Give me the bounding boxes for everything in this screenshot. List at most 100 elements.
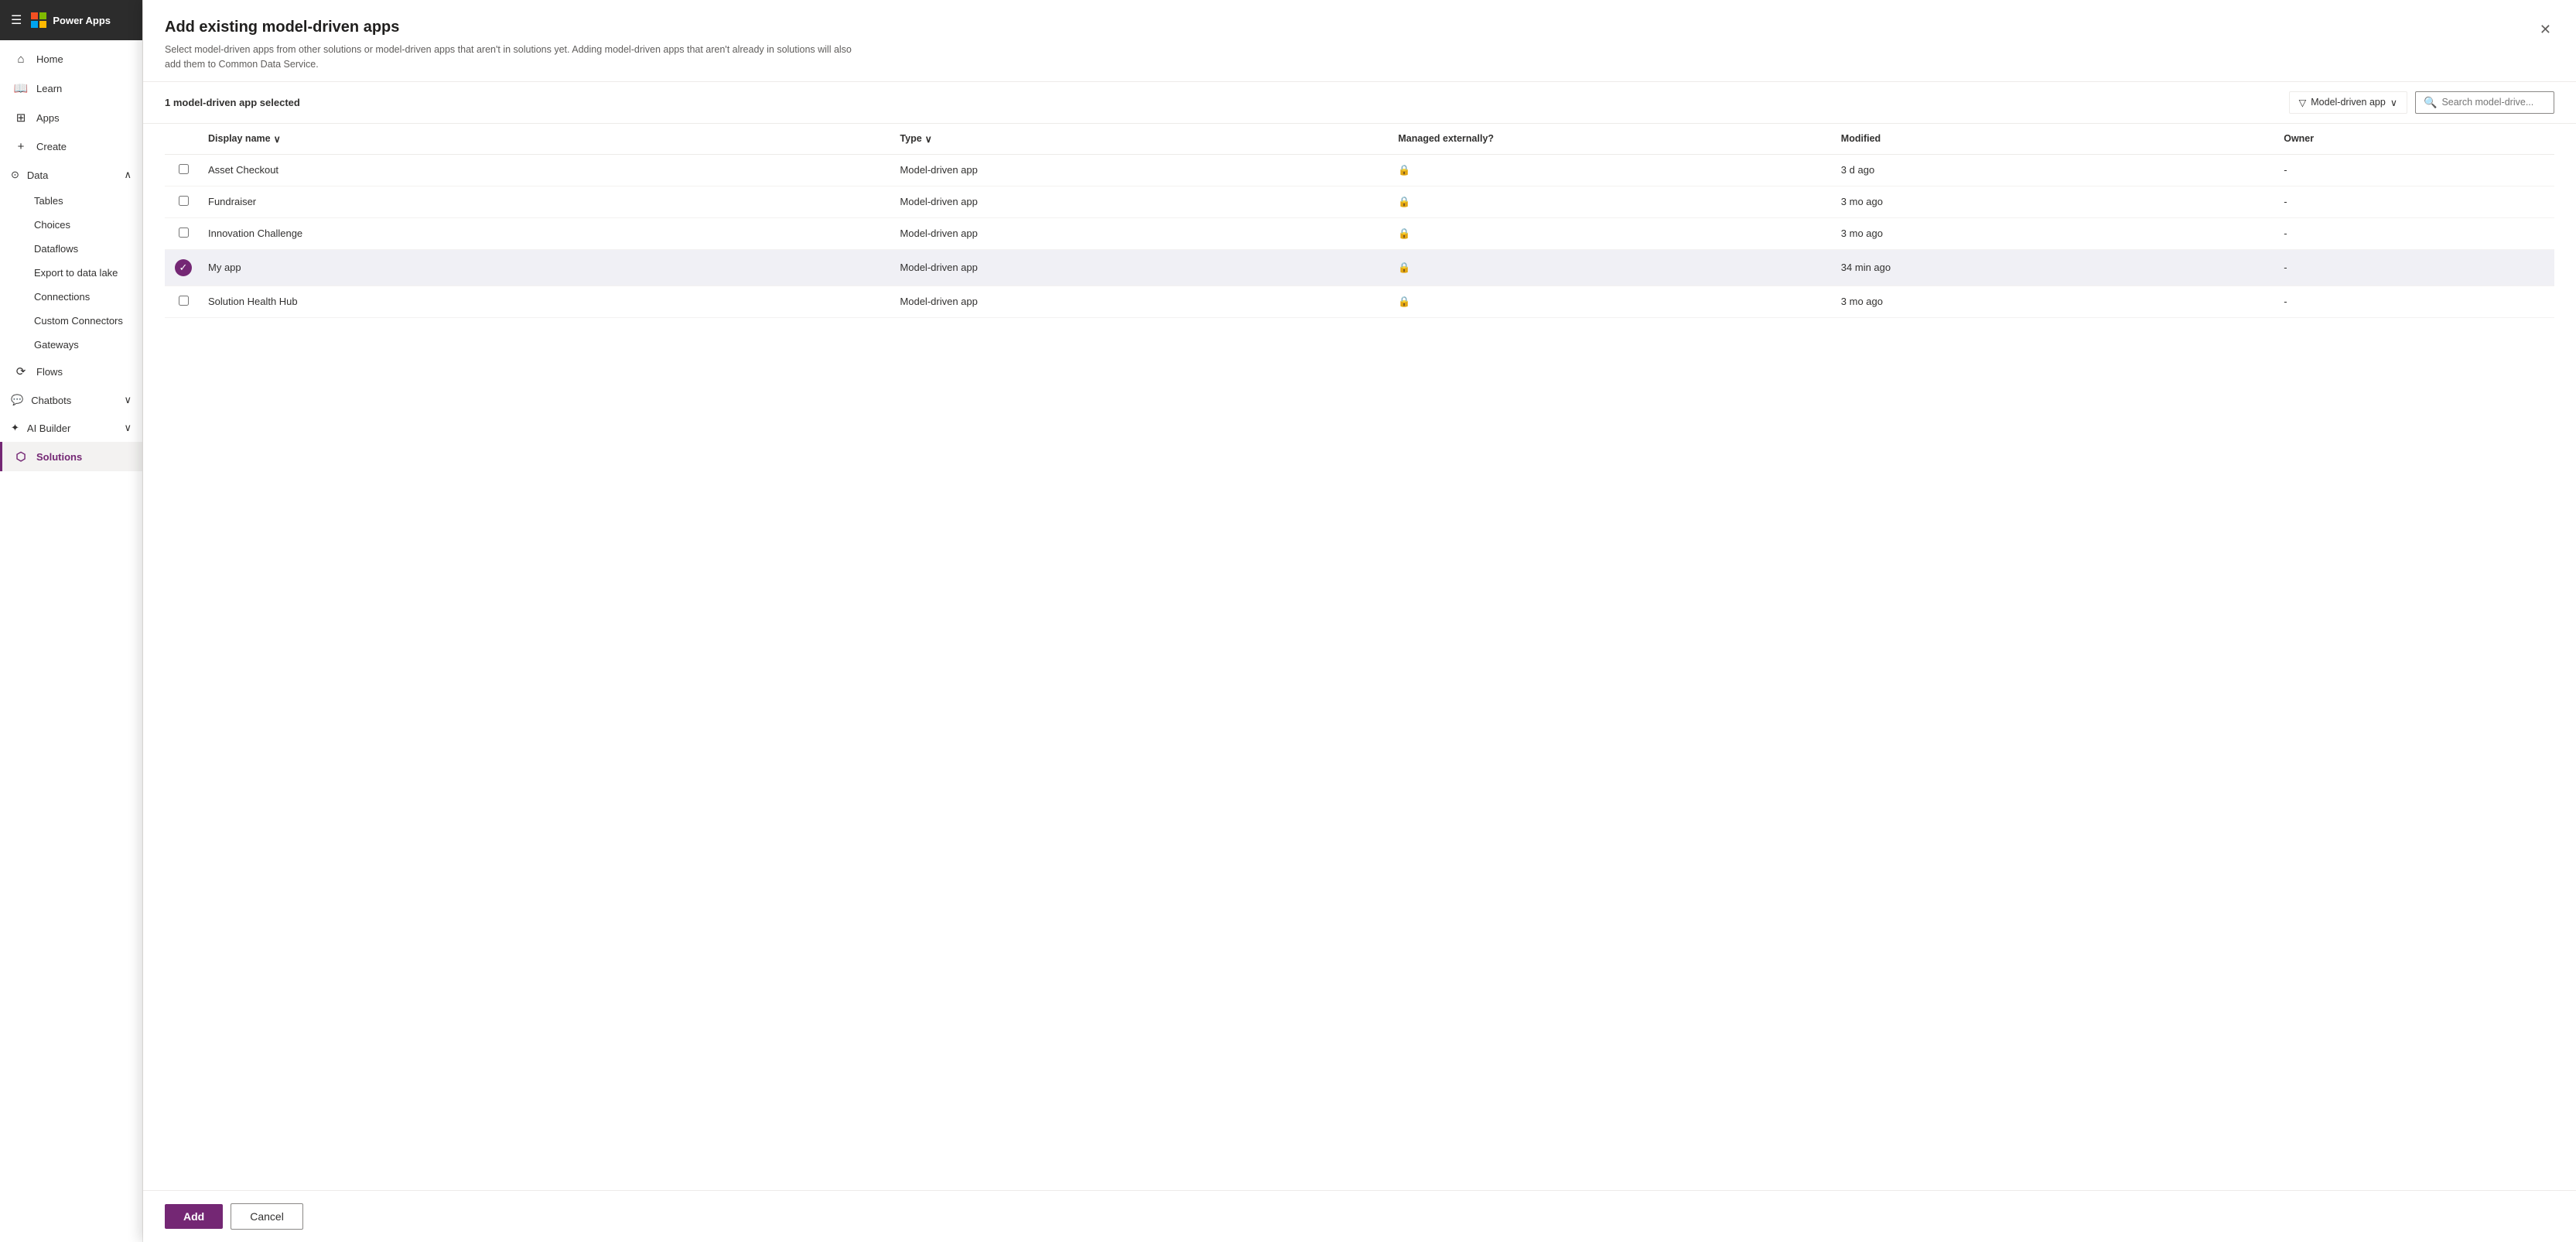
row-checkbox[interactable] [165,154,202,186]
sidebar-item-gateways[interactable]: Gateways [11,333,142,357]
apps-icon: ⊞ [13,111,29,125]
sidebar-item-label: Tables [34,195,63,207]
modal-panel: Add existing model-driven apps Select mo… [143,0,2576,1242]
main-area: + New ∨ + Add existing Solutions > My so… [143,0,2576,1242]
row-modified: 3 mo ago [1835,286,2277,317]
table-row[interactable]: Fundraiser Model-driven app 🔒 3 mo ago - [165,186,2554,217]
sort-icon: ∨ [925,133,932,145]
chevron-down-icon: ∨ [124,422,132,434]
ai-builder-icon: ✦ [11,422,19,434]
brand-name: Power Apps [53,15,111,26]
sidebar-item-export[interactable]: Export to data lake [11,261,142,285]
sidebar-item-home[interactable]: ⌂ Home [0,45,142,74]
solutions-icon: ⬡ [13,450,29,464]
sort-type[interactable]: Type ∨ [900,133,931,145]
table-row[interactable]: Innovation Challenge Model-driven app 🔒 … [165,217,2554,249]
apps-table: Display name ∨ Type ∨ Managed externally… [165,124,2554,318]
sidebar-item-learn[interactable]: 📖 Learn [0,74,142,103]
sidebar-item-choices[interactable]: Choices [11,213,142,237]
row-select-checkbox[interactable] [179,196,189,206]
modal-footer: Add Cancel [143,1190,2576,1242]
row-select-checkbox[interactable] [179,296,189,306]
row-select-checkbox[interactable] [179,228,189,238]
row-display-name: Fundraiser [202,186,893,217]
sidebar-item-ai-builder[interactable]: ✦ AI Builder ∨ [0,414,142,442]
cancel-button[interactable]: Cancel [231,1203,303,1230]
lock-icon: 🔒 [1398,196,1410,207]
close-button[interactable]: ✕ [2537,19,2554,41]
row-checkbox[interactable] [165,217,202,249]
row-display-name: Solution Health Hub [202,286,893,317]
row-checkbox[interactable] [165,286,202,317]
row-owner: - [2277,286,2554,317]
sidebar-item-label: Home [36,53,63,65]
sidebar-item-flows[interactable]: ⟳ Flows [0,357,142,386]
create-icon: + [13,140,29,153]
data-icon: ⊙ [11,169,19,181]
sidebar-item-tables[interactable]: Tables [11,189,142,213]
th-display-name: Display name ∨ [202,124,893,155]
row-display-name: Innovation Challenge [202,217,893,249]
row-modified: 3 mo ago [1835,217,2277,249]
row-type: Model-driven app [893,154,1392,186]
sidebar-item-label: AI Builder [27,423,70,434]
sidebar-item-label: Flows [36,366,63,378]
table-row[interactable]: Solution Health Hub Model-driven app 🔒 3… [165,286,2554,317]
modal-body: Display name ∨ Type ∨ Managed externally… [143,124,2576,1191]
filter-button[interactable]: ▽ Model-driven app ∨ [2289,91,2407,114]
row-display-name: Asset Checkout [202,154,893,186]
sidebar-item-label: Connections [34,291,90,303]
sidebar-item-apps[interactable]: ⊞ Apps [0,103,142,132]
chevron-down-icon: ∨ [124,394,132,406]
row-type: Model-driven app [893,186,1392,217]
modal-title: Add existing model-driven apps [165,19,861,36]
row-select-checkbox[interactable] [179,164,189,174]
add-button[interactable]: Add [165,1204,223,1229]
sort-icon: ∨ [274,133,281,145]
lock-icon: 🔒 [1398,262,1410,273]
table-row[interactable]: Asset Checkout Model-driven app 🔒 3 d ag… [165,154,2554,186]
modal-header: Add existing model-driven apps Select mo… [143,0,2576,82]
row-owner: - [2277,217,2554,249]
row-managed: 🔒 [1392,286,1834,317]
lock-icon: 🔒 [1398,164,1410,176]
chevron-up-icon: ∧ [124,169,132,181]
row-modified: 34 min ago [1835,249,2277,286]
row-checkbox[interactable] [165,186,202,217]
sidebar-item-create[interactable]: + Create [0,132,142,161]
th-select [165,124,202,155]
sidebar-item-label: Apps [36,112,60,124]
row-managed: 🔒 [1392,217,1834,249]
sidebar-item-data[interactable]: ⊙ Data ∧ [0,161,142,189]
row-type: Model-driven app [893,249,1392,286]
row-owner: - [2277,186,2554,217]
data-subnav: Tables Choices Dataflows Export to data … [0,189,142,357]
sidebar-item-label: Create [36,141,67,152]
th-managed: Managed externally? [1392,124,1834,155]
modal-subtitle: Select model-driven apps from other solu… [165,43,861,72]
search-icon: 🔍 [2424,96,2437,109]
search-box[interactable]: 🔍 [2415,91,2554,114]
row-type: Model-driven app [893,286,1392,317]
th-owner: Owner [2277,124,2554,155]
sidebar-item-chatbots[interactable]: 💬 Chatbots ∨ [0,386,142,414]
sidebar-nav: ⌂ Home 📖 Learn ⊞ Apps + Create ⊙ Data ∧ … [0,40,142,1242]
row-owner: - [2277,249,2554,286]
sidebar-item-custom-connectors[interactable]: Custom Connectors [11,309,142,333]
selected-check-icon: ✓ [175,259,192,276]
row-managed: 🔒 [1392,249,1834,286]
row-checkbox[interactable]: ✓ [165,249,202,286]
hamburger-button[interactable]: ☰ [8,9,25,31]
sort-display-name[interactable]: Display name ∨ [208,133,281,145]
sidebar-header: ☰ Power Apps [0,0,142,40]
filter-icon: ▽ [2299,97,2307,108]
sidebar-item-solutions[interactable]: ⬡ Solutions [0,442,142,471]
sidebar-item-dataflows[interactable]: Dataflows [11,237,142,261]
chatbots-icon: 💬 [11,394,23,406]
sidebar-item-label: Gateways [34,339,79,351]
search-input[interactable] [2441,97,2550,108]
lock-icon: 🔒 [1398,228,1410,239]
table-row[interactable]: ✓ My app Model-driven app 🔒 34 min ago - [165,249,2554,286]
sidebar-item-label: Solutions [36,451,82,463]
sidebar-item-connections[interactable]: Connections [11,285,142,309]
